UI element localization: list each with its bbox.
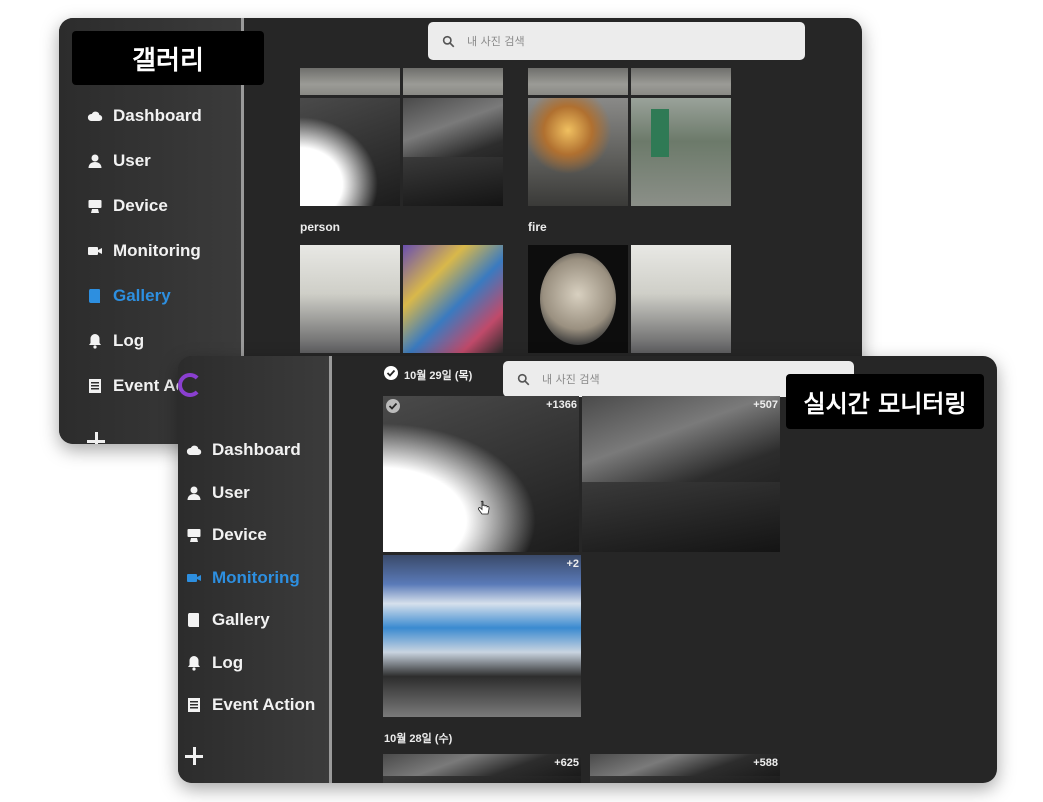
device-icon — [87, 198, 103, 214]
device-icon — [186, 527, 202, 543]
logo-icon — [178, 373, 202, 397]
book-icon — [186, 612, 202, 628]
cloud-icon — [87, 108, 103, 124]
camera-feed-thumbnail[interactable]: +588 — [590, 754, 780, 783]
gallery-thumbnail[interactable] — [403, 245, 503, 353]
sidebar-item-device[interactable]: Device — [186, 525, 267, 545]
gallery-thumbnail[interactable] — [528, 98, 628, 206]
gallery-thumbnail[interactable] — [300, 68, 400, 95]
check-icon — [388, 402, 398, 410]
sidebar-item-gallery[interactable]: Gallery — [186, 610, 270, 630]
sidebar-item-label: Event Action — [212, 695, 316, 714]
camera-feed-thumbnail[interactable]: +2 — [383, 555, 581, 717]
list-icon — [186, 697, 202, 713]
bell-icon — [186, 655, 202, 671]
search-icon — [442, 35, 455, 47]
camera-feed-thumbnail[interactable]: +1366 — [383, 396, 579, 552]
sidebar-item-label: Event Ac — [113, 376, 186, 395]
event-count-badge: +507 — [753, 399, 778, 411]
sidebar-item-label: Monitoring — [113, 241, 201, 260]
sidebar-item-gallery[interactable]: Gallery — [87, 286, 171, 306]
sidebar-item-label: Log — [113, 331, 145, 350]
list-icon — [87, 378, 103, 394]
section-date: 10월 28일 (수) — [384, 733, 453, 745]
cloud-icon — [186, 442, 202, 458]
search-input[interactable] — [542, 372, 742, 386]
gallery-thumbnail[interactable] — [631, 68, 731, 95]
event-count-badge: +1366 — [546, 399, 577, 411]
check-icon — [386, 369, 396, 377]
gallery-thumbnail[interactable] — [528, 68, 628, 95]
add-button[interactable] — [87, 432, 105, 444]
book-icon — [87, 288, 103, 304]
section-date: 10월 29일 (목) — [404, 370, 473, 382]
search-bar[interactable] — [428, 22, 805, 60]
sidebar-item-label: Gallery — [113, 286, 171, 305]
sidebar-item-label: Monitoring — [212, 568, 300, 587]
gallery-thumbnail[interactable] — [403, 98, 503, 206]
sidebar-item-label: User — [113, 151, 151, 170]
user-icon — [186, 485, 202, 501]
sidebar-item-label: User — [212, 483, 250, 502]
camera-icon — [87, 243, 103, 259]
sidebar-item-user[interactable]: User — [186, 483, 250, 503]
select-all-checkbox[interactable] — [384, 366, 398, 380]
sidebar-divider — [329, 356, 332, 783]
gallery-thumbnail[interactable] — [528, 245, 628, 353]
sidebar-item-label: Device — [113, 196, 168, 215]
sidebar-item-label: Log — [212, 653, 244, 672]
sidebar-item-event-action[interactable]: Event Action — [186, 695, 315, 715]
gallery-thumbnail[interactable] — [631, 98, 731, 206]
sidebar-item-event-action[interactable]: Event Ac — [87, 376, 185, 396]
search-icon — [517, 373, 530, 385]
group-caption: fire — [528, 220, 547, 234]
bell-icon — [87, 333, 103, 349]
sidebar-item-monitoring[interactable]: Monitoring — [186, 568, 300, 588]
sidebar-item-log[interactable]: Log — [186, 653, 243, 673]
monitoring-title-label: 실시간 모니터링 — [786, 374, 984, 429]
gallery-thumbnail[interactable] — [403, 68, 503, 95]
event-count-badge: +625 — [554, 757, 579, 769]
camera-feed-thumbnail[interactable]: +507 — [582, 396, 780, 552]
gallery-thumbnail[interactable] — [631, 245, 731, 353]
event-count-badge: +2 — [566, 558, 579, 570]
hand-cursor-icon — [478, 500, 490, 515]
sidebar-item-log[interactable]: Log — [87, 331, 144, 351]
event-count-badge: +588 — [753, 757, 778, 769]
sidebar-item-dashboard[interactable]: Dashboard — [186, 440, 301, 460]
gallery-title-label: 갤러리 — [72, 31, 264, 85]
sidebar-item-user[interactable]: User — [87, 151, 151, 171]
add-button[interactable] — [185, 747, 203, 765]
camera-feed-thumbnail[interactable]: +625 — [383, 754, 581, 783]
sidebar-item-device[interactable]: Device — [87, 196, 168, 216]
sidebar-item-dashboard[interactable]: Dashboard — [87, 106, 202, 126]
sidebar-item-label: Gallery — [212, 610, 270, 629]
gallery-thumbnail[interactable] — [300, 245, 400, 353]
camera-icon — [186, 570, 202, 586]
sidebar-item-label: Device — [212, 525, 267, 544]
search-input[interactable] — [467, 34, 667, 48]
item-checkbox[interactable] — [386, 399, 400, 413]
gallery-thumbnail[interactable] — [300, 98, 400, 206]
sidebar-item-label: Dashboard — [113, 106, 202, 125]
sidebar-item-monitoring[interactable]: Monitoring — [87, 241, 201, 261]
group-caption: person — [300, 220, 341, 234]
user-icon — [87, 153, 103, 169]
sidebar-item-label: Dashboard — [212, 440, 301, 459]
